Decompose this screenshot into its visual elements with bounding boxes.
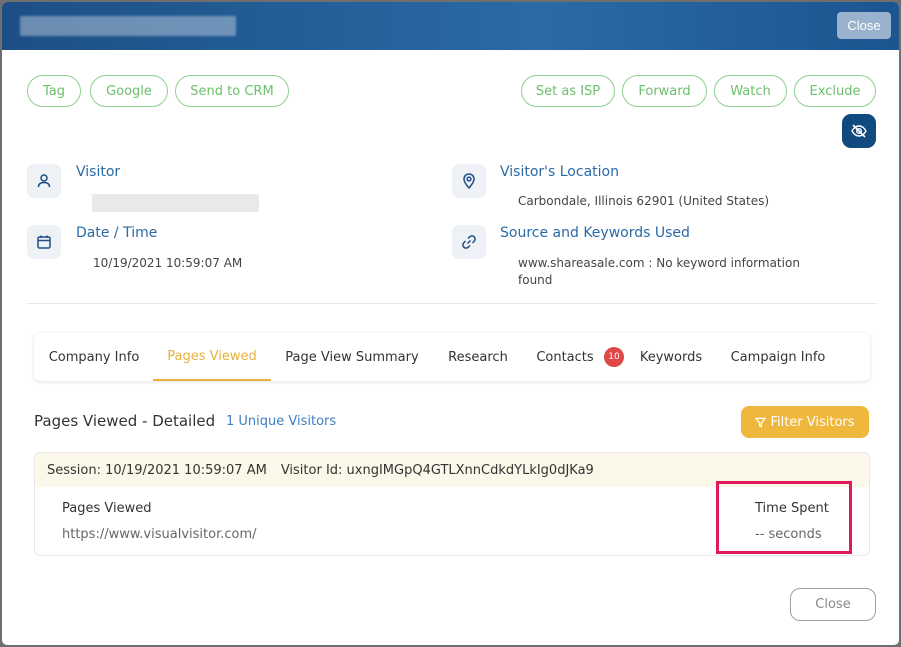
tab-pages-viewed[interactable]: Pages Viewed <box>153 333 271 381</box>
tab-campaign-info[interactable]: Campaign Info <box>722 333 834 381</box>
google-button[interactable]: Google <box>90 75 168 107</box>
source-title: Source and Keywords Used <box>500 225 690 241</box>
visitor-id-text: Visitor Id: uxngIMGpQ4GTLXnnCdkdYLkIg0dJ… <box>280 462 594 478</box>
tab-research[interactable]: Research <box>439 333 517 381</box>
header-close-button[interactable]: Close <box>837 12 891 39</box>
send-to-crm-button[interactable]: Send to CRM <box>175 75 289 107</box>
pages-viewed-label: Pages Viewed <box>62 501 152 516</box>
datetime-value: 10/19/2021 10:59:07 AM <box>93 256 243 270</box>
tab-company-info[interactable]: Company Info <box>38 333 150 381</box>
filter-visitors-button[interactable]: Filter Visitors <box>741 406 869 438</box>
redacted-title <box>20 16 236 36</box>
exclude-button[interactable]: Exclude <box>794 75 876 107</box>
source-value-line1: www.shareasale.com : No keyword informat… <box>518 256 800 270</box>
redacted-visitor <box>92 194 259 212</box>
tab-keywords[interactable]: Keywords <box>632 333 710 381</box>
page-url[interactable]: https://www.visualvisitor.com/ <box>62 527 257 542</box>
eye-slash-icon <box>851 124 867 138</box>
section-divider <box>27 303 877 304</box>
location-value: Carbondale, Illinois 62901 (United State… <box>518 194 770 208</box>
tab-contacts[interactable]: Contacts <box>528 333 602 381</box>
tag-button[interactable]: Tag <box>27 75 81 107</box>
filter-visitors-label: Filter Visitors <box>770 414 855 430</box>
tab-bar: Company Info Pages Viewed Page View Summ… <box>34 333 870 381</box>
location-pin-icon <box>452 164 486 198</box>
contacts-count-badge: 10 <box>604 347 624 367</box>
link-icon <box>452 225 486 259</box>
source-value-line2: found <box>518 273 553 287</box>
filter-icon <box>755 417 767 428</box>
watch-button[interactable]: Watch <box>714 75 787 107</box>
forward-button[interactable]: Forward <box>622 75 707 107</box>
unique-visitors-link[interactable]: 1 Unique Visitors <box>226 414 336 429</box>
user-icon <box>27 164 61 198</box>
visitor-title: Visitor <box>76 164 121 180</box>
visitor-detail-modal: Close Tag Google Send to CRM Set as ISP … <box>2 2 899 645</box>
highlight-box <box>716 481 852 554</box>
modal-header: Close <box>2 2 899 50</box>
calendar-icon <box>27 225 61 259</box>
footer-close-button[interactable]: Close <box>790 588 876 621</box>
hide-button[interactable] <box>842 114 876 148</box>
set-as-isp-button[interactable]: Set as ISP <box>521 75 615 107</box>
datetime-title: Date / Time <box>76 225 158 241</box>
session-text: Session: 10/19/2021 10:59:07 AM <box>47 462 267 478</box>
tab-page-view-summary[interactable]: Page View Summary <box>278 333 426 381</box>
location-title: Visitor's Location <box>500 164 619 180</box>
section-title: Pages Viewed - Detailed <box>34 412 216 430</box>
